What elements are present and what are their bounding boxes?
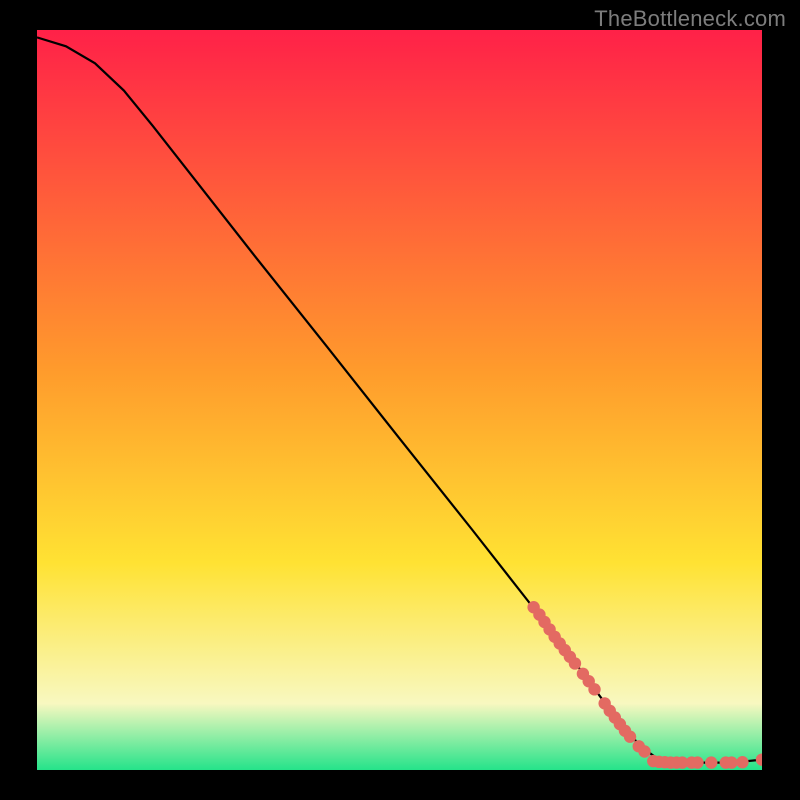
sample-dot [691, 756, 703, 768]
stage: TheBottleneck.com [0, 0, 800, 800]
sample-dot [736, 756, 748, 768]
sample-dot [588, 683, 600, 695]
sample-dot [624, 731, 636, 743]
chart-svg [37, 30, 762, 770]
sample-dot [638, 745, 650, 757]
sample-dot [569, 657, 581, 669]
chart-area [37, 30, 762, 770]
attribution-label: TheBottleneck.com [594, 6, 786, 32]
gradient-background [37, 30, 762, 770]
sample-dot [705, 756, 717, 768]
sample-dot [725, 756, 737, 768]
